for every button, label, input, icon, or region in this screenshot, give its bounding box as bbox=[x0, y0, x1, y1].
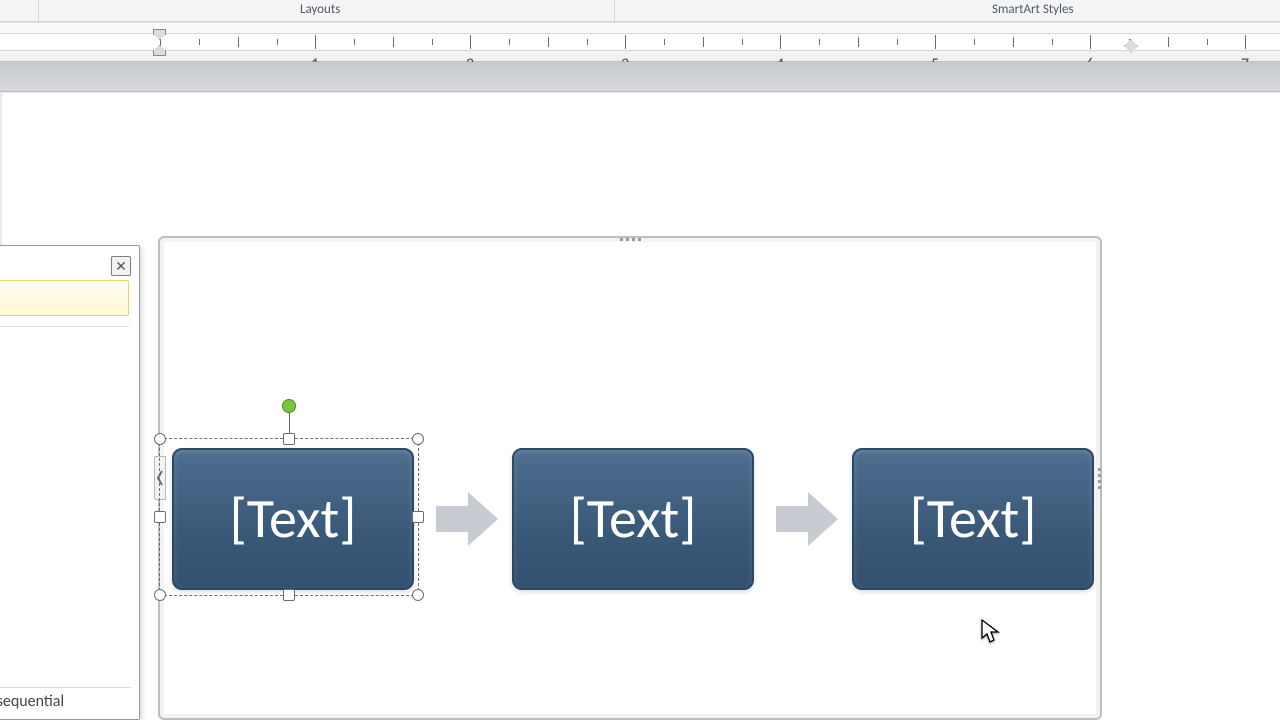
ruler-tick bbox=[432, 39, 433, 45]
ruler-tick bbox=[1168, 37, 1169, 47]
arrow-right-icon[interactable] bbox=[774, 488, 840, 550]
resize-handle-sw[interactable] bbox=[154, 589, 166, 601]
ruler-tick bbox=[1245, 35, 1246, 49]
ruler-tick bbox=[819, 39, 820, 45]
resize-handle-n[interactable] bbox=[283, 433, 295, 445]
ruler-tick bbox=[703, 37, 704, 47]
ruler-tick bbox=[587, 39, 588, 45]
resize-handle-w[interactable] bbox=[154, 511, 166, 523]
horizontal-ruler[interactable]: 1 2 3 4 5 6 7 bbox=[0, 22, 1280, 62]
resize-handle-ne[interactable] bbox=[412, 433, 424, 445]
resize-handle-nw[interactable] bbox=[154, 433, 166, 445]
ruler-active-region bbox=[0, 33, 1280, 51]
ribbon-group-styles-label: SmartArt Styles bbox=[992, 2, 1074, 17]
workspace-gap bbox=[0, 62, 1280, 92]
container-grip-right[interactable] bbox=[1096, 466, 1102, 490]
resize-handle-e[interactable] bbox=[412, 511, 424, 523]
smartart-shape-3[interactable]: [Text] bbox=[852, 448, 1094, 590]
selection-frame[interactable] bbox=[159, 438, 419, 596]
ribbon-group-strip: Layouts SmartArt Styles bbox=[0, 0, 1280, 22]
ruler-tick bbox=[238, 37, 239, 47]
ribbon-separator bbox=[38, 0, 39, 22]
ruler-tick bbox=[548, 37, 549, 47]
arrow-right-icon[interactable] bbox=[434, 488, 500, 550]
smartart-text-pane[interactable]: ✕ or sequential bbox=[0, 245, 140, 720]
mouse-cursor-icon bbox=[980, 618, 1000, 644]
ruler-tick bbox=[470, 35, 471, 49]
resize-handle-s[interactable] bbox=[283, 589, 295, 601]
ribbon-separator bbox=[614, 0, 615, 22]
text-pane-title-row[interactable] bbox=[0, 280, 129, 316]
ruler-tick bbox=[1013, 37, 1014, 47]
resize-handle-se[interactable] bbox=[412, 589, 424, 601]
ruler-tick bbox=[742, 39, 743, 45]
ruler-tick bbox=[1207, 39, 1208, 45]
ruler-tick bbox=[509, 39, 510, 45]
text-pane-body[interactable] bbox=[0, 326, 129, 664]
ruler-tick bbox=[393, 37, 394, 47]
smartart-shape-2[interactable]: [Text] bbox=[512, 448, 754, 590]
ruler-tick bbox=[935, 35, 936, 49]
text-pane-description: or sequential bbox=[0, 687, 131, 719]
ruler-tick bbox=[625, 35, 626, 49]
ruler-tick bbox=[897, 39, 898, 45]
ruler-tick bbox=[354, 39, 355, 45]
ruler-tick bbox=[974, 39, 975, 45]
ruler-tick bbox=[199, 39, 200, 45]
ruler-tick bbox=[1052, 39, 1053, 45]
ruler-tick bbox=[780, 35, 781, 49]
ruler-tick bbox=[315, 35, 316, 49]
close-icon[interactable]: ✕ bbox=[111, 256, 131, 276]
ribbon-group-layouts-label: Layouts bbox=[300, 2, 340, 17]
ruler-tick bbox=[277, 39, 278, 45]
ruler-tick bbox=[1090, 35, 1091, 49]
rotation-handle[interactable] bbox=[282, 399, 296, 413]
ruler-tick bbox=[858, 37, 859, 47]
ruler-tick bbox=[664, 39, 665, 45]
container-grip-top[interactable] bbox=[618, 236, 642, 242]
